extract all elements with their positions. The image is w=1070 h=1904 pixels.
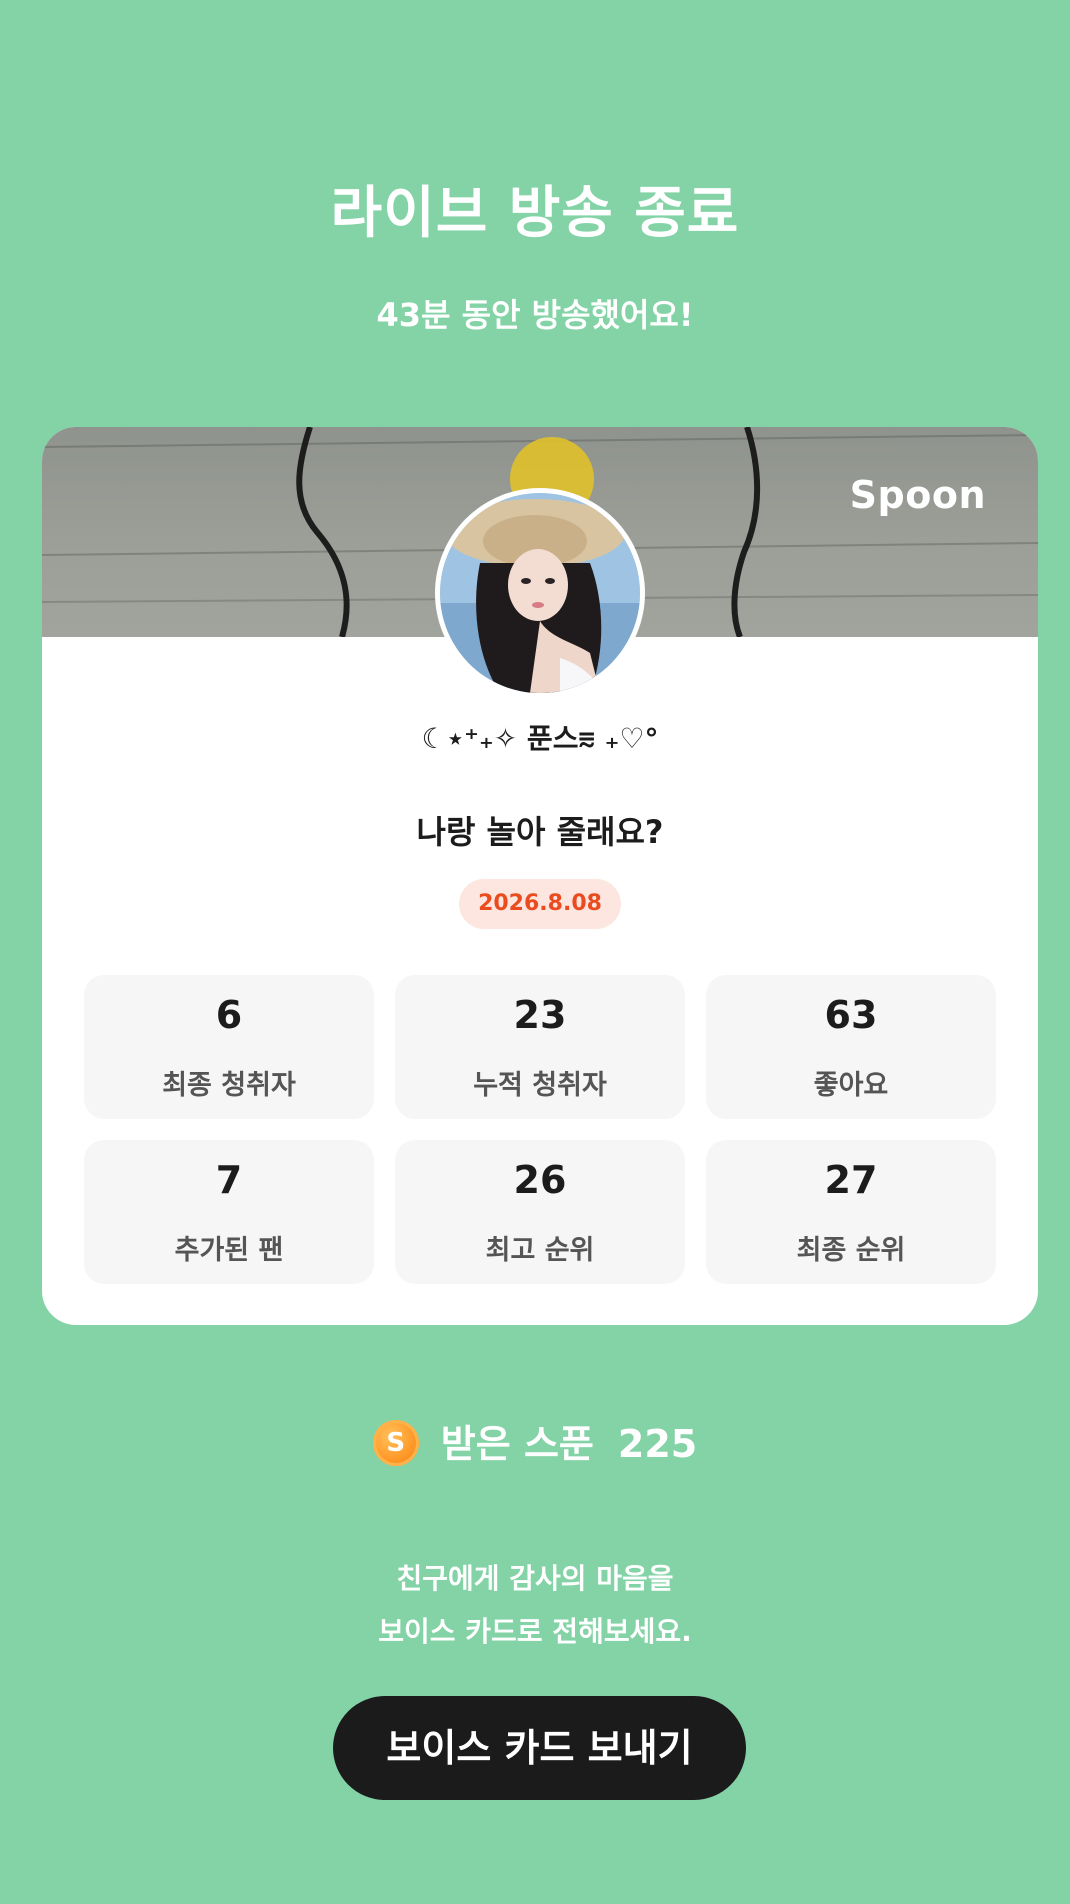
date-badge: 2026.8.08 [459, 879, 621, 929]
stat-likes: 63 좋아요 [706, 975, 996, 1119]
voice-card-message: 친구에게 감사의 마음을 보이스 카드로 전해보세요. [0, 1552, 1070, 1658]
stat-label: 좋아요 [813, 1070, 889, 1101]
stat-value: 27 [824, 1158, 878, 1202]
stat-label: 추가된 팬 [174, 1235, 284, 1266]
stat-value: 7 [215, 1158, 243, 1202]
spoon-coin-icon: S [372, 1419, 419, 1466]
page-title: 라이브 방송 종료 [330, 181, 740, 246]
stats-grid: 6 최종 청취자 23 누적 청취자 63 좋아요 7 추가된 팬 26 최고 … [84, 975, 996, 1284]
received-spoons-label: 받은 스푼 [440, 1422, 594, 1466]
stat-value: 23 [513, 993, 567, 1037]
stat-label: 최종 청취자 [162, 1070, 296, 1101]
stat-label: 최종 순위 [796, 1235, 906, 1266]
stat-label: 최고 순위 [485, 1235, 595, 1266]
streamer-nickname: ☾⋆⁺₊✧ 푼스⩳ ₊♡° [421, 722, 659, 755]
stat-total-listeners: 23 누적 청취자 [395, 975, 685, 1119]
send-voice-card-button[interactable]: 보이스 카드 보내기 [333, 1696, 746, 1800]
stat-new-fans: 7 추가된 팬 [84, 1140, 374, 1284]
stat-value: 6 [215, 993, 243, 1037]
summary-card: Spoon ☾⋆⁺₊✧ 푼스⩳ ₊♡° 나랑 놀아 줄래요? 2026.8.08… [42, 427, 1038, 1325]
received-spoons: S 받은 스푼 225 [0, 1413, 1070, 1470]
stat-final-rank: 27 최종 순위 [706, 1140, 996, 1284]
live-title: 나랑 놀아 줄래요? [416, 813, 664, 851]
profile-avatar[interactable] [435, 488, 645, 698]
stat-value: 26 [513, 1158, 567, 1202]
message-line-2: 보이스 카드로 전해보세요. [378, 1615, 692, 1648]
avatar-illustration [440, 493, 640, 693]
message-line-1: 친구에게 감사의 마음을 [396, 1562, 674, 1595]
stat-label: 누적 청취자 [473, 1070, 607, 1101]
broadcast-duration: 43분 동안 방송했어요! [376, 296, 694, 334]
stat-final-listeners: 6 최종 청취자 [84, 975, 374, 1119]
spoon-logo: Spoon [849, 473, 986, 517]
stat-value: 63 [824, 993, 878, 1037]
received-spoons-count: 225 [617, 1422, 698, 1466]
stat-best-rank: 26 최고 순위 [395, 1140, 685, 1284]
